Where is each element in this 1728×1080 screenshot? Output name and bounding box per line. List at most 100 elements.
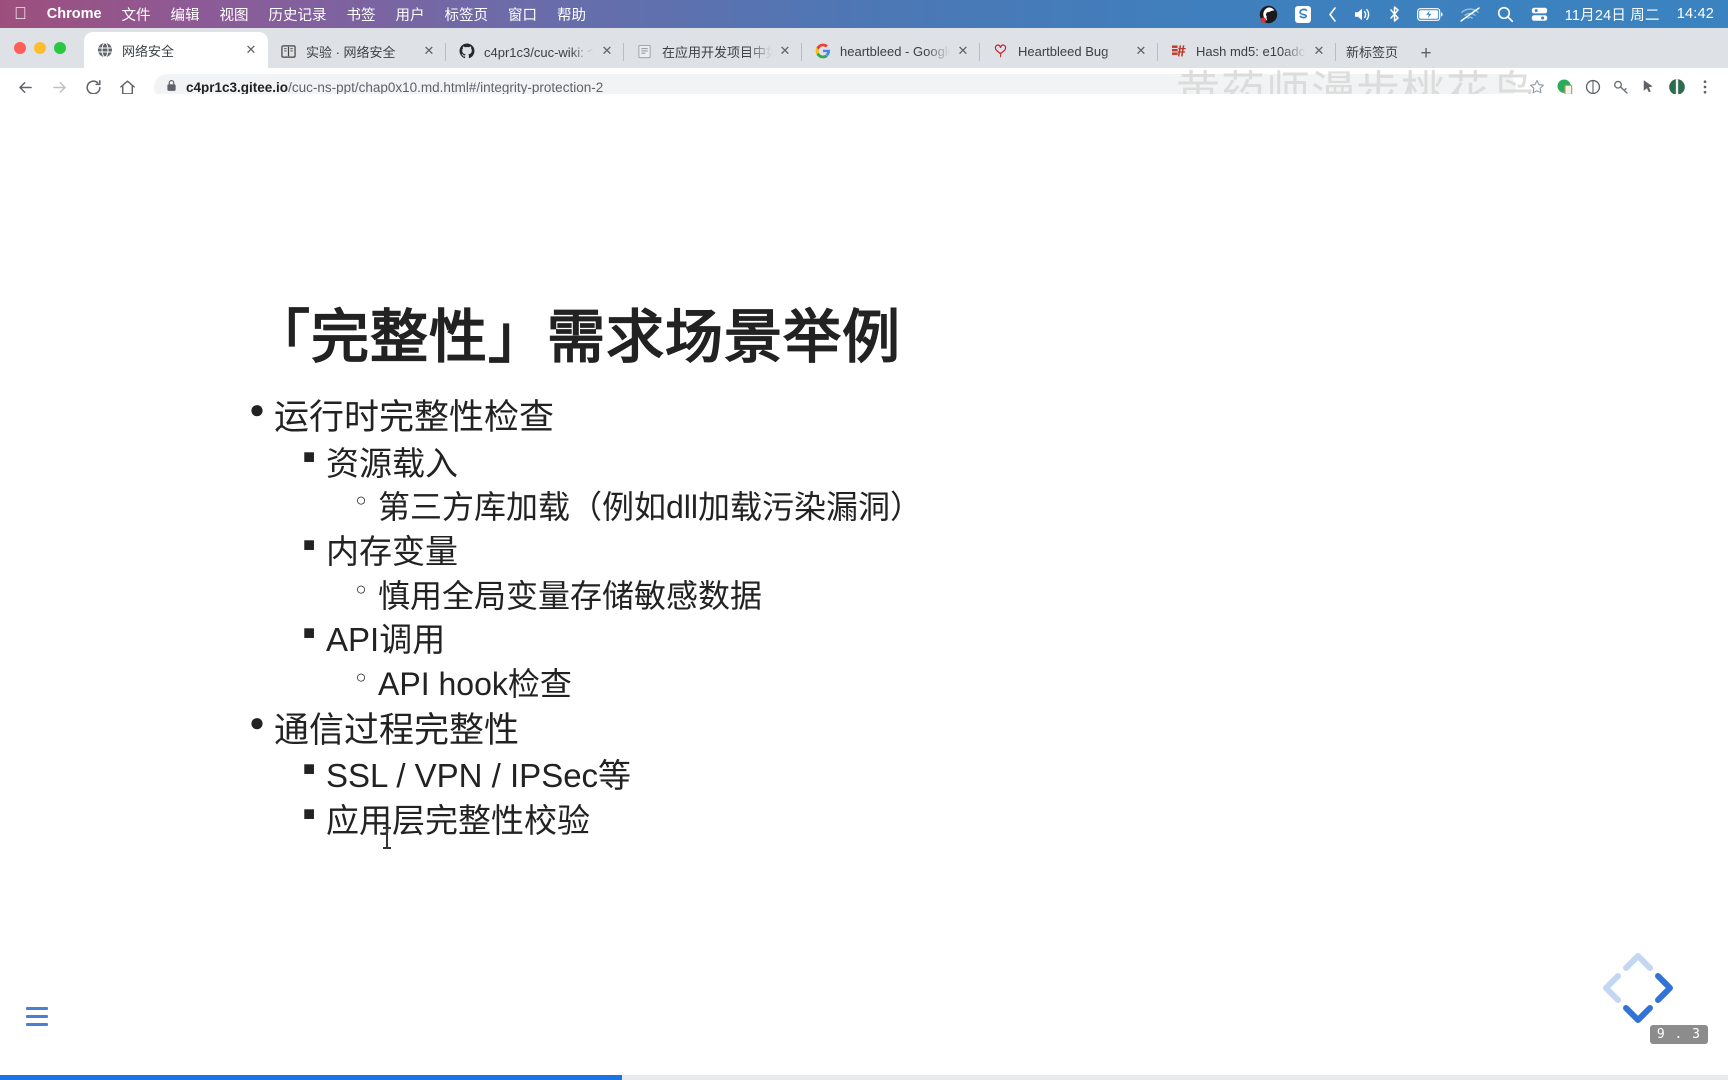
list-item-label: 慎用全局变量存储敏感数据	[378, 577, 763, 614]
battery-charging-icon[interactable]	[1416, 7, 1443, 21]
tab-new-tab-page[interactable]: 新标签页	[1336, 34, 1408, 68]
chevron-left-icon[interactable]	[1603, 973, 1621, 1003]
list-item: ■ SSL / VPN / IPSec等	[292, 754, 1540, 799]
menu-item-chrome[interactable]: Chrome	[47, 6, 102, 22]
book-icon	[280, 43, 297, 60]
new-tab-button[interactable]: +	[1412, 40, 1440, 68]
menu-item-edit[interactable]: 编辑	[171, 4, 200, 25]
maximize-window-button[interactable]	[54, 42, 66, 54]
menu-item-tabs[interactable]: 标签页	[445, 4, 489, 25]
menu-item-user[interactable]: 用户	[396, 4, 425, 25]
bullet-marker-circle: ○	[355, 578, 367, 599]
chevron-right-icon[interactable]	[1655, 973, 1673, 1003]
page-viewport: 「完整性」需求场景举例 ● 运行时完整性检查 ■ 资源载入 ○ 第三方库加载（例…	[0, 94, 1728, 1080]
tab-title: 实验 · 网络安全	[306, 44, 396, 60]
close-tab-button[interactable]: ✕	[420, 42, 438, 60]
slide-number-badge: 9 . 3	[1649, 1025, 1708, 1044]
minimize-window-button[interactable]	[34, 42, 46, 54]
wifi-off-icon[interactable]	[1459, 6, 1480, 22]
chevron-left-icon[interactable]	[1328, 6, 1337, 22]
url-host: c4pr1c3.gitee.io	[186, 79, 289, 95]
list-item-label: SSL / VPN / IPSec等	[326, 757, 632, 795]
menu-item-bookmarks[interactable]: 书签	[347, 4, 376, 25]
list-item-label: 资源载入	[326, 444, 458, 482]
close-tab-button[interactable]: ✕	[954, 42, 972, 60]
bullet-marker-square: ■	[302, 622, 316, 645]
github-icon	[458, 43, 475, 60]
list-item: ■ 内存变量	[292, 530, 1540, 575]
menubar-date[interactable]: 11月24日 周二	[1565, 4, 1660, 25]
close-tab-button[interactable]: ✕	[242, 41, 260, 59]
bullet-marker-square: ■	[302, 758, 316, 781]
heartbleed-icon	[992, 43, 1009, 60]
menu-item-view[interactable]: 视图	[220, 4, 249, 25]
bullet-marker-square: ■	[302, 445, 316, 468]
apple-logo-icon[interactable]: 	[14, 5, 27, 22]
menu-item-file[interactable]: 文件	[122, 4, 151, 25]
tab-title: Heartbleed Bug	[1018, 43, 1109, 59]
bullet-marker-square: ■	[302, 803, 316, 826]
reveal-slide: 「完整性」需求场景举例 ● 运行时完整性检查 ■ 资源载入 ○ 第三方库加载（例…	[0, 94, 1728, 1054]
tab-google-search[interactable]: heartbleed - Google Sea ✕	[802, 34, 980, 68]
close-tab-button[interactable]: ✕	[598, 42, 616, 60]
list-item: ○ 慎用全局变量存储敏感数据	[344, 575, 1540, 619]
tab-title: 在应用开发项目中如何安全	[662, 44, 772, 60]
control-center-icon[interactable]	[1531, 7, 1548, 22]
slide-navigation-controls	[1590, 940, 1686, 1036]
hamburger-menu-icon[interactable]	[26, 1007, 48, 1026]
close-window-button[interactable]	[14, 42, 26, 54]
google-icon	[814, 43, 831, 60]
tab-hash-md5[interactable]: Hash md5: e10adc3949 ✕	[1158, 34, 1336, 68]
menubar-time[interactable]: 14:42	[1677, 6, 1714, 22]
menubar-status-area: 11月24日 周二 14:42	[1259, 4, 1728, 25]
list-item: ■ 资源载入	[292, 442, 1540, 487]
menu-item-help[interactable]: 帮助	[557, 4, 586, 25]
tab-title: 新标签页	[1346, 44, 1399, 60]
macos-menubar:  Chrome 文件 编辑 视图 历史记录 书签 用户 标签页 窗口 帮助	[0, 0, 1728, 28]
list-item: ■ API调用	[292, 618, 1540, 663]
url-path: /cuc-ns-ppt/chap0x10.md.html#/integrity-…	[288, 79, 604, 95]
tab-strip: 网络安全 ✕ 实验 · 网络安全 ✕ c4pr1c3/cuc-wiki: 个人教…	[0, 28, 1728, 68]
tab-title: Hash md5: e10adc3949	[1196, 43, 1306, 59]
menu-item-window[interactable]: 窗口	[508, 4, 537, 25]
list-item-label: 运行时完整性检查	[274, 398, 555, 437]
list-item: ■ 应用层完整性校验	[292, 799, 1540, 844]
chevron-down-icon[interactable]	[1623, 1005, 1653, 1023]
list-item-label: 内存变量	[326, 532, 458, 570]
chevron-up-icon[interactable]	[1623, 953, 1653, 971]
tab-heartbleed-bug[interactable]: Heartbleed Bug ✕	[980, 34, 1158, 68]
tab-app-dev-security[interactable]: 在应用开发项目中如何安全 ✕	[624, 34, 802, 68]
list-item-label: API hook检查	[378, 666, 572, 703]
menu-item-history[interactable]: 历史记录	[269, 4, 327, 25]
list-item: ● 运行时完整性检查	[240, 394, 1540, 442]
close-tab-button[interactable]: ✕	[776, 42, 794, 60]
list-item-label: API调用	[326, 621, 446, 659]
page-title: 「完整性」需求场景举例	[252, 303, 902, 371]
text-cursor	[383, 827, 391, 849]
volume-icon[interactable]	[1354, 7, 1372, 22]
spotlight-search-icon[interactable]	[1497, 6, 1514, 23]
list-item: ○ API hook检查	[344, 663, 1540, 707]
bluetooth-icon[interactable]	[1389, 6, 1400, 22]
bullet-marker-disc: ●	[249, 394, 265, 424]
bullet-marker-circle: ○	[355, 490, 367, 511]
bullet-marker-disc: ●	[249, 706, 265, 737]
globe-icon	[96, 42, 113, 59]
list-item: ● 通信过程完整性	[240, 707, 1540, 755]
chrome-window: 网络安全 ✕ 实验 · 网络安全 ✕ c4pr1c3/cuc-wiki: 个人教…	[0, 28, 1728, 1080]
tab-title: 网络安全	[122, 43, 175, 59]
tabs-container: 网络安全 ✕ 实验 · 网络安全 ✕ c4pr1c3/cuc-wiki: 个人教…	[84, 28, 1440, 68]
sogou-input-method-icon[interactable]	[1294, 5, 1311, 23]
tab-experiment[interactable]: 实验 · 网络安全 ✕	[268, 34, 446, 68]
bullet-marker-circle: ○	[355, 667, 367, 688]
close-tab-button[interactable]: ✕	[1132, 42, 1150, 60]
list-item-label: 第三方库加载（例如dll加载污染漏洞）	[378, 489, 923, 526]
slide-progress-bar[interactable]	[0, 1075, 1728, 1080]
obs-recording-icon[interactable]	[1259, 5, 1278, 24]
list-item-label: 应用层完整性校验	[326, 802, 590, 840]
tab-cuc-wiki[interactable]: c4pr1c3/cuc-wiki: 个人教 ✕	[446, 34, 624, 68]
tab-network-security[interactable]: 网络安全 ✕	[84, 32, 268, 68]
bullet-marker-square: ■	[302, 533, 316, 556]
close-tab-button[interactable]: ✕	[1310, 42, 1328, 60]
slide-bullet-list: ● 运行时完整性检查 ■ 资源载入 ○ 第三方库加载（例如dll加载污染漏洞） …	[240, 394, 1540, 844]
